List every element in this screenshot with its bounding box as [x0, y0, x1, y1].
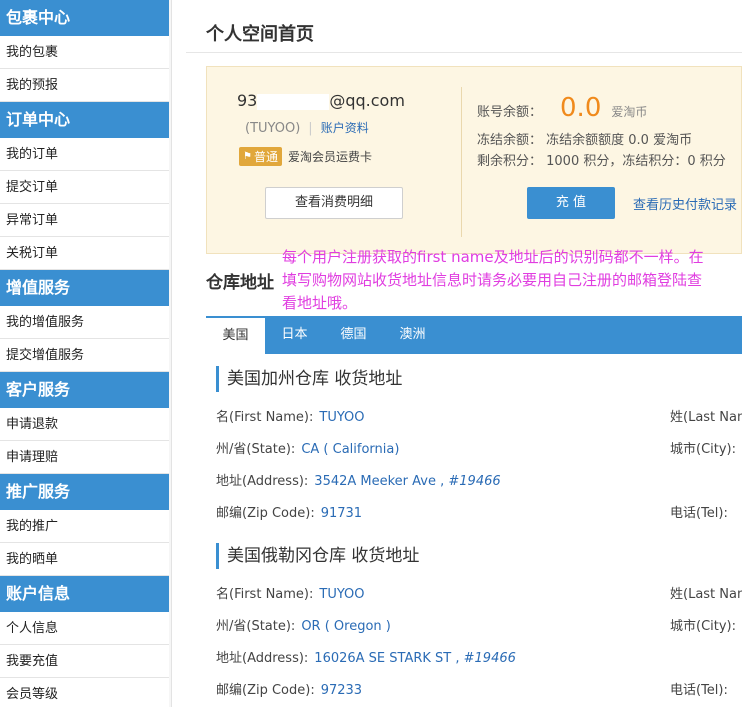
warehouse-tabs: 美国 日本 德国 澳洲 [206, 316, 742, 354]
zip-row: 邮编(Zip Code): 91731 电话(Tel): [216, 502, 742, 522]
email-mask [257, 93, 330, 110]
sidebar-header-customer-service: 客户服务 [0, 372, 169, 408]
address-title: 美国俄勒冈仓库 收货地址 [216, 543, 742, 569]
tab-usa[interactable]: 美国 [206, 316, 265, 354]
account-summary-card: 93 @qq.com (TUYOO) | 账户资料 ⚑ 普通 爱淘会员运费卡 查看消费明… [206, 66, 742, 254]
tab-japan[interactable]: 日本 [265, 316, 324, 354]
zip-label: 邮编(Zip Code): [216, 683, 315, 698]
tab-germany[interactable]: 德国 [324, 316, 383, 354]
address-row: 地址(Address): 16026A SE STARK ST , #19466 [216, 647, 742, 667]
points-balance: 剩余积分： 1000 积分，冻结积分：0 积分 [477, 154, 726, 169]
member-card-line: ⚑ 普通 爱淘会员运费卡 [239, 147, 372, 166]
page-title: 个人空间首页 [206, 24, 314, 45]
username: (TUYOO) [245, 121, 301, 136]
sidebar: 包裹中心 我的包裹 我的预报 订单中心 我的订单 提交订单 异常订单 关税订单 … [0, 0, 172, 707]
email-suffix: @qq.com [329, 91, 405, 110]
warehouse-title: 仓库地址 [206, 273, 274, 293]
address-code: #19466 [448, 474, 501, 489]
username-line: (TUYOO) | 账户资料 [245, 119, 369, 136]
first-name-value: TUYOO [319, 587, 365, 602]
zip-value: 91731 [320, 506, 363, 521]
main-content: 个人空间首页 93 @qq.com (TUYOO) | 账户资料 ⚑ 普通 爱淘会员运费… [186, 0, 742, 707]
address-row: 地址(Address): 3542A Meeker Ave , #19466 [216, 470, 742, 490]
city-label: 城市(City): [670, 619, 737, 634]
tab-australia[interactable]: 澳洲 [383, 316, 442, 354]
address-block-oregon: 美国俄勒冈仓库 收货地址 [216, 543, 742, 569]
last-name-label: 姓(Last Name [670, 410, 742, 425]
sidebar-item-my-orders[interactable]: 我的订单 [0, 138, 169, 171]
sidebar-item-my-packages[interactable]: 我的包裹 [0, 36, 169, 69]
tel-label: 电话(Tel): [670, 506, 728, 521]
sidebar-header-account: 账户信息 [0, 576, 169, 612]
email-prefix: 93 [237, 91, 258, 110]
sidebar-item-my-value-added[interactable]: 我的增值服务 [0, 306, 169, 339]
sidebar-item-personal-info[interactable]: 个人信息 [0, 612, 169, 645]
first-name-row: 名(First Name): TUYOO 姓(Last Name [216, 583, 742, 603]
address-label: 地址(Address): [216, 651, 309, 666]
balance-label: 账号余额： [477, 105, 543, 120]
first-name-row: 名(First Name): TUYOO 姓(Last Name [216, 406, 742, 426]
state-row: 州/省(State): CA ( California) 城市(City): [216, 438, 742, 458]
sidebar-item-tax-orders[interactable]: 关税订单 [0, 237, 169, 270]
sidebar-item-my-promotion[interactable]: 我的推广 [0, 510, 169, 543]
sidebar-item-recharge[interactable]: 我要充值 [0, 645, 169, 678]
city-label: 城市(City): [670, 442, 737, 457]
profile-link[interactable]: 账户资料 [321, 121, 369, 135]
sidebar-item-claim[interactable]: 申请理赔 [0, 441, 169, 474]
payment-history-link[interactable]: 查看历史付款记录 [633, 194, 737, 213]
tel-label: 电话(Tel): [670, 683, 728, 698]
recharge-button[interactable]: 充 值 [527, 187, 615, 219]
address-value: 16026A SE STARK ST , [314, 651, 460, 666]
annotation-note: 每个用户注册获取的first name及地址后的识别码都不一样。在填写购物网站收… [282, 248, 704, 312]
balance-unit: 爱淘币 [611, 105, 648, 119]
sidebar-item-abnormal-orders[interactable]: 异常订单 [0, 204, 169, 237]
state-label: 州/省(State): [216, 442, 296, 457]
address-value: 3542A Meeker Ave , [314, 474, 445, 489]
member-card-name: 爱淘会员运费卡 [287, 150, 372, 164]
address-block-california: 美国加州仓库 收货地址 [216, 366, 742, 392]
address-title: 美国加州仓库 收货地址 [216, 366, 742, 392]
sidebar-item-submit-order[interactable]: 提交订单 [0, 171, 169, 204]
address-code: #19466 [463, 651, 516, 666]
address-label: 地址(Address): [216, 474, 309, 489]
balance-row: 账号余额： 0.0 爱淘币 [477, 93, 647, 123]
user-email: 93 @qq.com [237, 91, 405, 110]
card-divider [461, 87, 462, 237]
member-level-badge: ⚑ 普通 [239, 147, 282, 166]
state-value: OR ( Oregon ) [301, 619, 391, 634]
title-divider [186, 52, 742, 53]
member-flag-icon: ⚑ [243, 151, 252, 162]
first-name-label: 名(First Name): [216, 410, 314, 425]
sidebar-header-orders: 订单中心 [0, 102, 169, 138]
sidebar-item-member-level[interactable]: 会员等级 [0, 678, 169, 707]
separator: | [308, 121, 313, 136]
balance-value: 0.0 [560, 93, 602, 123]
view-consumption-button[interactable]: 查看消费明细 [265, 187, 403, 219]
zip-label: 邮编(Zip Code): [216, 506, 315, 521]
first-name-label: 名(First Name): [216, 587, 314, 602]
sidebar-header-promotion: 推广服务 [0, 474, 169, 510]
sidebar-header-value-added: 增值服务 [0, 270, 169, 306]
zip-row: 邮编(Zip Code): 97233 电话(Tel): [216, 679, 742, 699]
first-name-value: TUYOO [319, 410, 365, 425]
sidebar-header-package: 包裹中心 [0, 0, 169, 36]
sidebar-item-submit-value-added[interactable]: 提交增值服务 [0, 339, 169, 372]
sidebar-item-my-showcase[interactable]: 我的晒单 [0, 543, 169, 576]
sidebar-item-refund[interactable]: 申请退款 [0, 408, 169, 441]
state-value: CA ( California) [301, 442, 400, 457]
state-row: 州/省(State): OR ( Oregon ) 城市(City): [216, 615, 742, 635]
zip-value: 97233 [320, 683, 363, 698]
frozen-balance: 冻结余额： 冻结余额额度 0.0 爱淘币 [477, 133, 693, 148]
state-label: 州/省(State): [216, 619, 296, 634]
member-level-label: 普通 [253, 150, 278, 164]
last-name-label: 姓(Last Name [670, 587, 742, 602]
sidebar-item-my-forecasts[interactable]: 我的预报 [0, 69, 169, 102]
